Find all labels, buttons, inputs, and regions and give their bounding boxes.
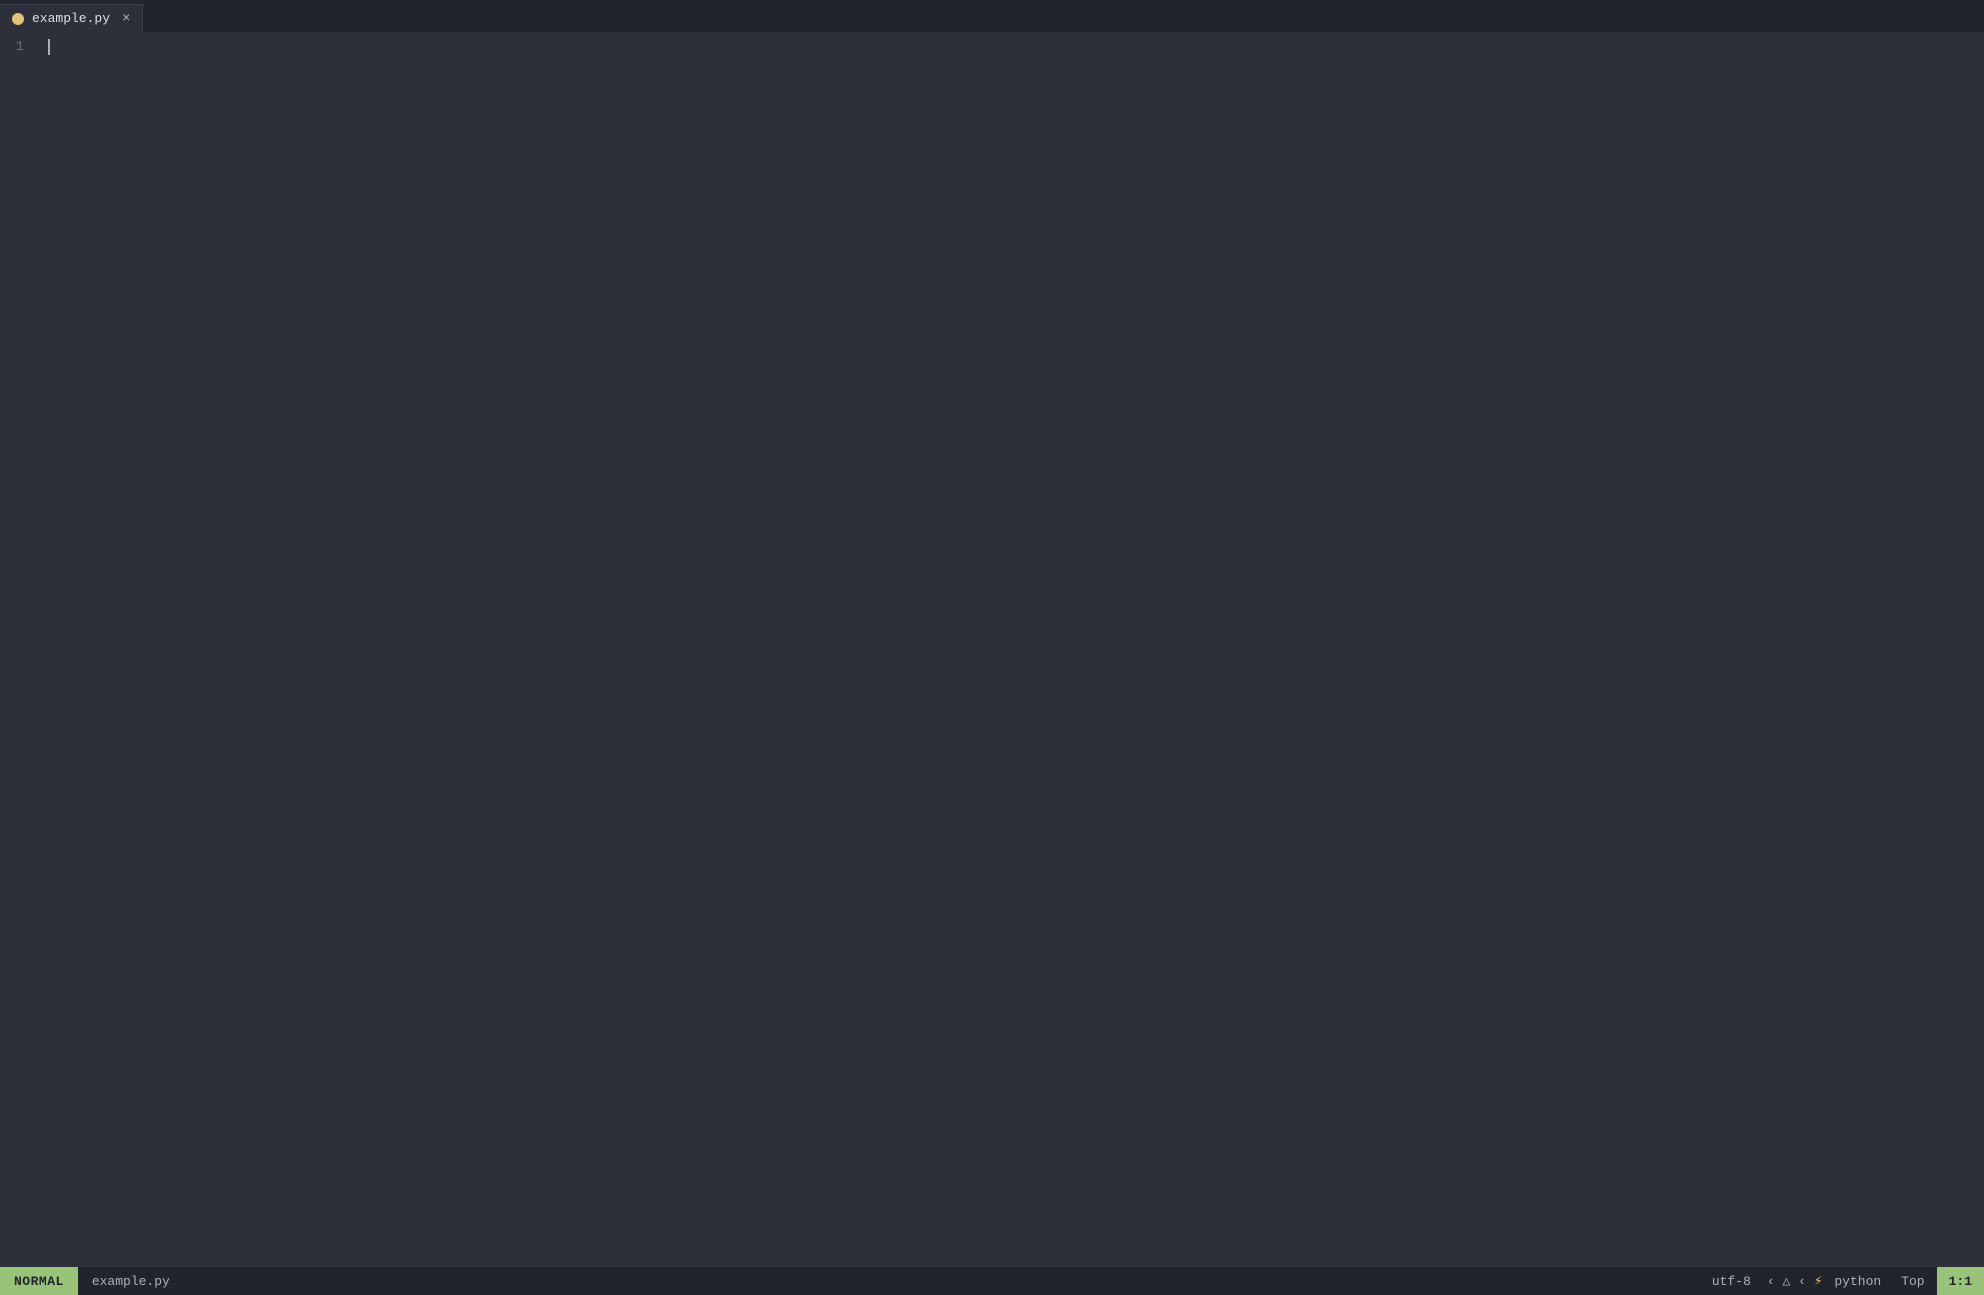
editor-area[interactable]: 1 (0, 32, 1984, 1267)
status-right: utf-8 ‹ △ ‹ ⚡ python Top 1:1 (1704, 1267, 1984, 1295)
tab-bar: example.py × (0, 0, 1984, 32)
editor-content[interactable] (40, 32, 1984, 1267)
text-cursor (48, 39, 50, 55)
tab-label: example.py (32, 11, 110, 26)
status-filename: example.py (78, 1267, 184, 1295)
file-icon (12, 13, 24, 25)
tab-close-button[interactable]: × (122, 12, 130, 26)
status-icons: ‹ △ ‹ (1763, 1274, 1810, 1289)
status-top-label: Top (1893, 1274, 1932, 1289)
line-number-1: 1 (0, 36, 32, 58)
status-python-label: python (1826, 1274, 1889, 1289)
status-left: NORMAL example.py (0, 1267, 184, 1295)
status-position: 1:1 (1937, 1267, 1984, 1295)
status-bar: NORMAL example.py utf-8 ‹ △ ‹ ⚡ python T… (0, 1267, 1984, 1295)
status-encoding: utf-8 (1704, 1274, 1759, 1289)
status-mode: NORMAL (0, 1267, 78, 1295)
line-numbers: 1 (0, 32, 40, 1267)
python-icon: ⚡ (1814, 1273, 1822, 1290)
tab-example-py[interactable]: example.py × (0, 4, 143, 32)
